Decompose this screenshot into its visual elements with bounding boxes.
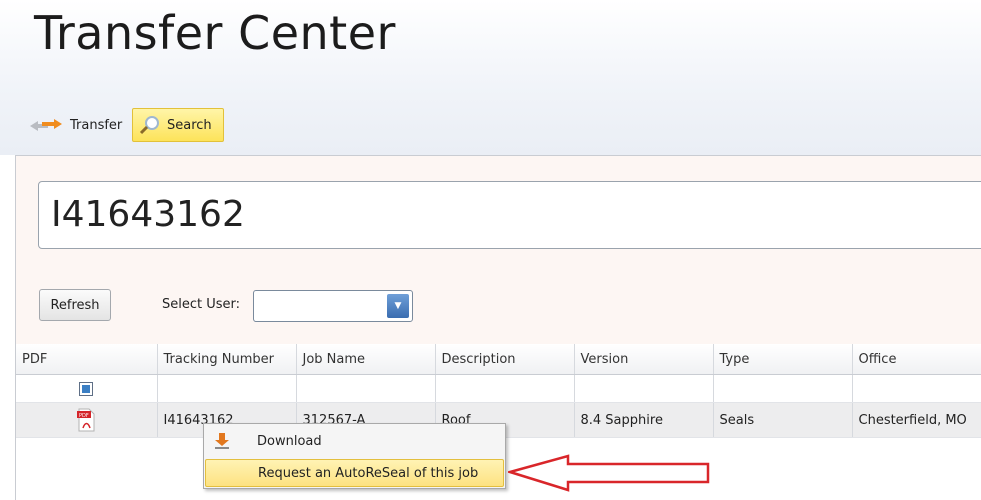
column-header-tracking-number[interactable]: Tracking Number (157, 344, 297, 375)
version-cell: 8.4 Sapphire (574, 402, 714, 438)
chevron-down-icon[interactable]: ▼ (387, 294, 409, 318)
menu-item-download[interactable]: Download (205, 427, 504, 455)
pdf-cell[interactable]: PDF (16, 402, 158, 438)
column-header-description[interactable]: Description (435, 344, 575, 375)
search-input[interactable]: I41643162 (38, 181, 981, 249)
menu-item-request-autoreseal[interactable]: Request an AutoReSeal of this job (205, 459, 504, 487)
filter-row (16, 374, 981, 403)
menu-item-label: Request an AutoReSeal of this job (258, 465, 479, 481)
context-menu: Download Request an AutoReSeal of this j… (203, 423, 506, 489)
transfer-button[interactable]: Transfer (22, 108, 128, 142)
page-title: Transfer Center (34, 6, 396, 60)
office-cell: Chesterfield, MO (852, 402, 981, 438)
header: Transfer Center Transfer Search (0, 0, 981, 155)
search-label: Search (167, 117, 212, 133)
column-header-version[interactable]: Version (574, 344, 714, 375)
select-user-label: Select User: (162, 297, 241, 312)
magnifier-icon (139, 115, 161, 135)
column-header-job-name[interactable]: Job Name (296, 344, 436, 375)
download-icon (205, 432, 239, 450)
filter-cell (435, 374, 575, 403)
filter-cell (16, 374, 158, 403)
menu-item-label: Download (257, 433, 322, 449)
transfer-label: Transfer (70, 117, 123, 133)
filter-cell (157, 374, 297, 403)
column-header-office[interactable]: Office (852, 344, 981, 375)
select-user-dropdown[interactable]: ▼ (253, 290, 413, 322)
pdf-file-icon[interactable]: PDF (76, 408, 96, 432)
filter-cell (574, 374, 714, 403)
filter-cell (713, 374, 853, 403)
type-cell: Seals (713, 402, 853, 438)
column-header-type[interactable]: Type (713, 344, 853, 375)
search-button[interactable]: Search (132, 108, 224, 142)
column-header-pdf[interactable]: PDF (16, 344, 158, 375)
filter-cell (296, 374, 436, 403)
filter-cell (852, 374, 981, 403)
refresh-button[interactable]: Refresh (39, 289, 111, 321)
annotation-arrow-icon (508, 454, 710, 492)
checkbox-icon[interactable] (79, 381, 94, 396)
svg-text:PDF: PDF (79, 413, 89, 419)
transfer-arrows-icon (28, 118, 64, 132)
